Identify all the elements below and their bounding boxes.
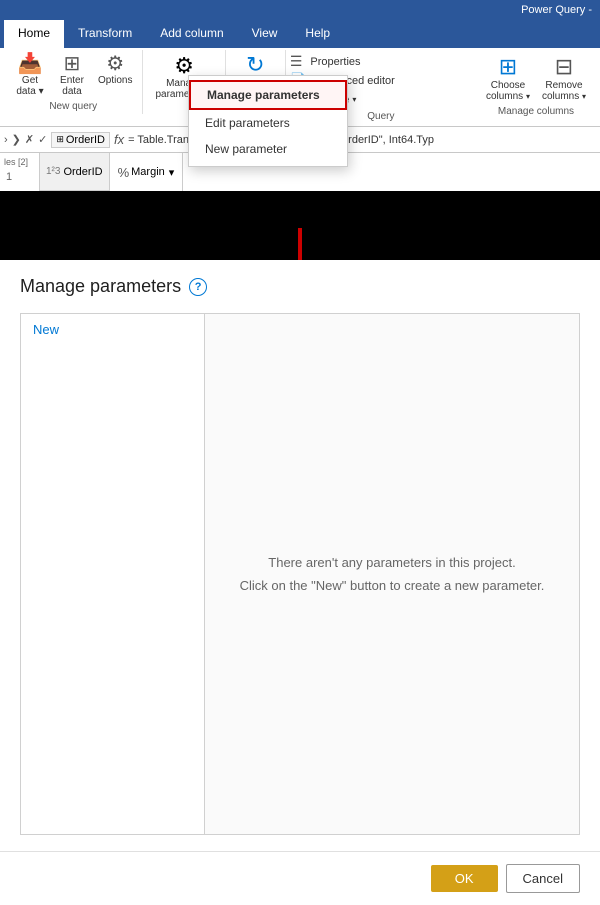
tab-add-column[interactable]: Add column <box>146 20 237 48</box>
dropdown-manage-params-text: Manage parameters <box>207 88 320 102</box>
cell-reference: ⊞ OrderID <box>51 132 110 148</box>
query-row-1: ☰ Properties <box>290 52 472 71</box>
no-params-line1: There aren't any parameters in this proj… <box>240 551 545 574</box>
arrow-container <box>280 228 320 260</box>
cross-button[interactable]: ✗ <box>25 133 34 146</box>
ok-button[interactable]: OK <box>431 865 498 892</box>
cell-ref-icon: ⊞ <box>56 134 64 145</box>
dropdown-item-new-param[interactable]: New parameter <box>189 136 347 162</box>
choose-columns-label: Choosecolumns ▾ <box>486 80 530 102</box>
help-icon-symbol: ? <box>195 281 202 293</box>
check-button[interactable]: ✓ <box>38 133 47 146</box>
dialog-header: Manage parameters ? <box>0 260 600 305</box>
dropdown-edit-params-text: Edit parameters <box>205 116 290 130</box>
options-button[interactable]: ⚙ Options <box>94 52 136 99</box>
cell-ref-text: OrderID <box>66 134 105 146</box>
parameter-list-content <box>21 345 204 834</box>
dropdown-menu: Manage parameters Edit parameters New pa… <box>188 75 348 167</box>
percent-icon: % <box>118 165 130 180</box>
new-query-buttons: 📥 Getdata ▾ ⊞ Enterdata ⚙ Options <box>10 52 136 99</box>
options-label: Options <box>98 75 132 86</box>
tab-transform[interactable]: Transform <box>64 20 146 48</box>
title-bar: Power Query - <box>0 0 600 20</box>
margin-dropdown-arrow[interactable]: ▾ <box>169 166 175 179</box>
dropdown-item-edit-params[interactable]: Edit parameters <box>189 110 347 136</box>
remove-columns-icon: ⊟ <box>555 54 573 80</box>
column-type-icon: 1²3 <box>46 166 60 177</box>
choose-columns-button[interactable]: ⊞ Choosecolumns ▾ <box>482 52 534 104</box>
new-parameter-link[interactable]: New <box>21 314 204 345</box>
no-parameters-message: There aren't any parameters in this proj… <box>240 551 545 598</box>
screenshot-top: Power Query - Home Transform Add column … <box>0 0 600 260</box>
remove-columns-label: Removecolumns ▾ <box>542 80 586 102</box>
dialog-body: New There aren't any parameters in this … <box>0 305 600 851</box>
margin-label: Margin <box>131 166 165 178</box>
cancel-button[interactable]: Cancel <box>506 864 580 893</box>
tab-help[interactable]: Help <box>291 20 344 48</box>
new-query-label: New query <box>49 101 97 112</box>
refresh-icon: ↻ <box>246 54 264 76</box>
row-indicator: les [2] 1 <box>0 153 40 191</box>
title-text: Power Query - <box>521 4 592 16</box>
dropdown-new-param-text: New parameter <box>205 142 287 156</box>
row-indicator-text: les [2] <box>2 155 37 169</box>
options-icon: ⚙ <box>106 54 124 74</box>
group-manage-columns: ⊞ Choosecolumns ▾ ⊟ Removecolumns ▾ Mana… <box>476 50 596 119</box>
parameter-list-panel: New <box>20 313 205 835</box>
expand-nav-button[interactable]: ❯ <box>12 133 21 146</box>
row-value: 1 <box>2 169 37 185</box>
manage-columns-label: Manage columns <box>498 106 574 117</box>
dialog-footer: OK Cancel <box>0 851 600 905</box>
dialog-title: Manage parameters <box>20 276 181 297</box>
collapse-nav-button[interactable]: › <box>4 134 8 146</box>
column-name: OrderID <box>63 166 102 178</box>
properties-icon: ☰ <box>290 53 303 70</box>
properties-button[interactable]: Properties <box>306 55 364 69</box>
manage-parameters-dialog: Manage parameters ? New There aren't any… <box>0 260 600 905</box>
fx-symbol: fx <box>114 132 124 147</box>
dialog-section: Manage parameters ? New There aren't any… <box>0 260 600 905</box>
enter-data-label: Enterdata <box>60 75 84 97</box>
get-data-icon: 📥 <box>18 54 43 74</box>
choose-columns-icon: ⊞ <box>499 54 517 80</box>
get-data-label: Getdata ▾ <box>16 75 43 97</box>
enter-data-button[interactable]: ⊞ Enterdata <box>52 52 92 99</box>
ribbon-tabs: Home Transform Add column View Help <box>0 20 600 48</box>
group-new-query: 📥 Getdata ▾ ⊞ Enterdata ⚙ Options New qu… <box>4 50 143 114</box>
get-data-button[interactable]: 📥 Getdata ▾ <box>10 52 50 99</box>
dropdown-item-manage-params[interactable]: Manage parameters <box>189 80 347 110</box>
parameter-detail-panel: There aren't any parameters in this proj… <box>205 313 580 835</box>
column-header: 1²3 OrderID <box>40 153 110 191</box>
red-arrow <box>280 228 320 260</box>
margin-cell: % Margin ▾ <box>110 153 184 191</box>
no-params-line2: Click on the "New" button to create a ne… <box>240 574 545 597</box>
remove-columns-button[interactable]: ⊟ Removecolumns ▾ <box>538 52 590 104</box>
enter-data-icon: ⊞ <box>64 54 81 74</box>
help-icon-button[interactable]: ? <box>189 278 207 296</box>
tab-home[interactable]: Home <box>4 20 64 48</box>
tab-view[interactable]: View <box>238 20 292 48</box>
